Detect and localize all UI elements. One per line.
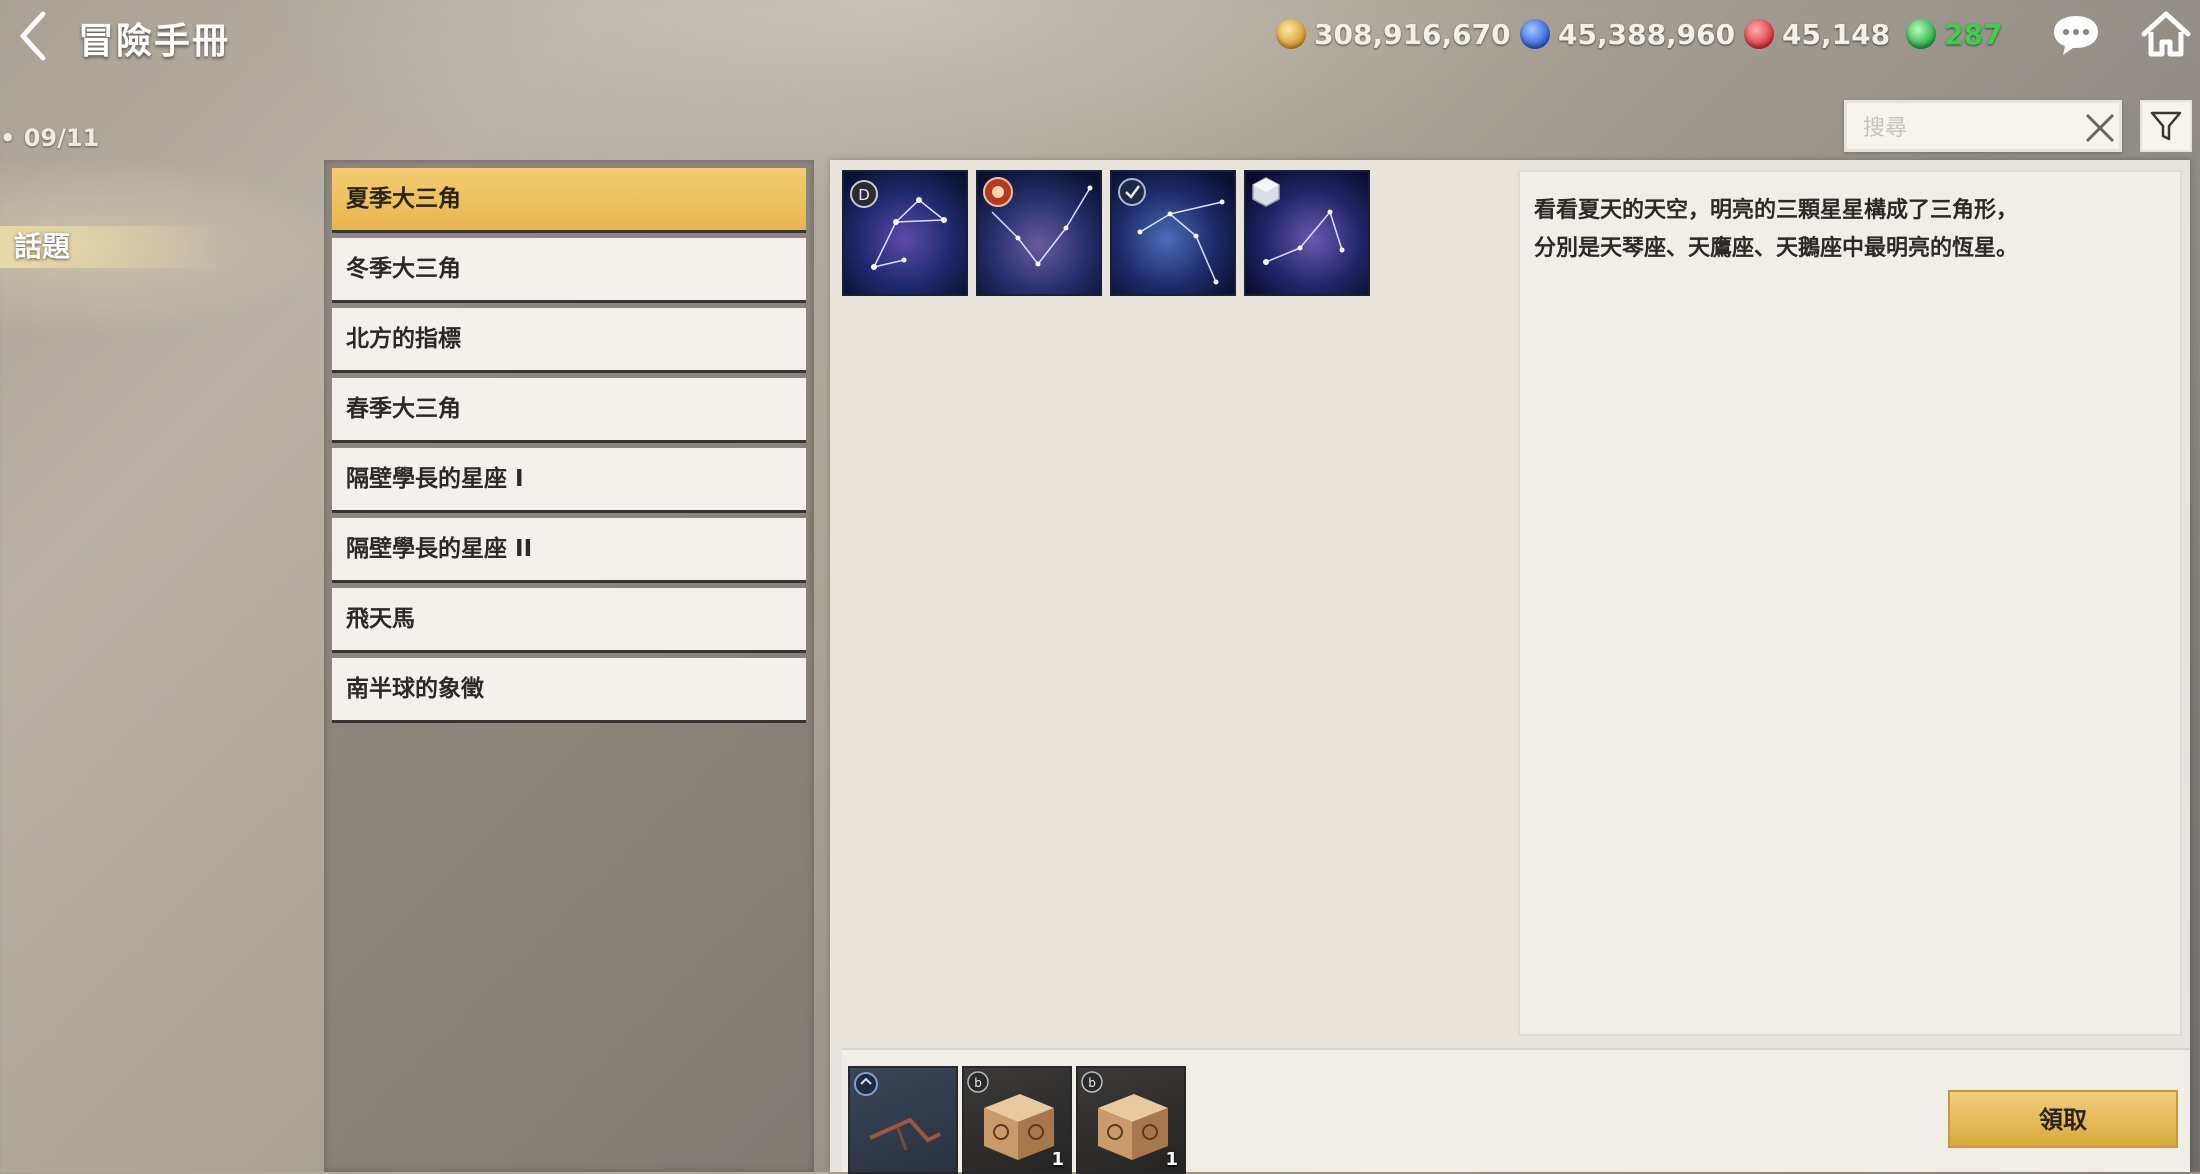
svg-text:b: b — [974, 1076, 982, 1090]
green-token-icon — [1906, 19, 1936, 49]
chat-bubble-icon — [2054, 16, 2098, 55]
constellation-1-image: D — [844, 172, 966, 294]
reward-count: 1 — [1051, 1149, 1064, 1170]
gold-coin-icon — [1276, 19, 1306, 49]
constellation-thumbnail[interactable] — [976, 170, 1102, 296]
reward-item[interactable] — [848, 1066, 958, 1174]
currency-red: 45,148 — [1744, 16, 1890, 52]
reward-item[interactable]: b 1 — [962, 1066, 1072, 1174]
list-item[interactable]: 冬季大三角 — [332, 238, 806, 300]
detail-panel: D 看看夏天的天空，明亮的三顆星星構成了三角形， 分別是天琴座、天鷹座、天鵝座中… — [830, 160, 2190, 1174]
reward-count: 1 — [1165, 1149, 1178, 1170]
filter-icon — [2150, 111, 2182, 141]
currency-green-value: 287 — [1944, 17, 2003, 51]
constellation-thumbnail[interactable]: D — [842, 170, 968, 296]
search-box — [1844, 100, 2122, 152]
svg-text:D: D — [858, 186, 870, 204]
list-item[interactable]: 夏季大三角 — [332, 168, 806, 230]
reward-bar: b 1 b 1 領取 — [842, 1048, 2190, 1174]
currency-gold: 308,916,670 — [1276, 16, 1511, 52]
reward-item[interactable]: b 1 — [1076, 1066, 1186, 1174]
constellation-thumbnail[interactable] — [1244, 170, 1370, 296]
search-input[interactable] — [1861, 111, 2065, 145]
list-item[interactable]: 隔壁學長的星座 I — [332, 448, 806, 510]
chat-button[interactable] — [2050, 10, 2102, 60]
arrow-item-icon — [854, 1072, 941, 1151]
list-item[interactable]: 隔壁學長的星座 II — [332, 518, 806, 580]
home-button[interactable] — [2140, 8, 2192, 60]
constellation-4-image — [1246, 172, 1368, 294]
close-icon[interactable] — [2083, 111, 2117, 145]
currency-green: 287 — [1906, 16, 2002, 52]
constellation-thumbnail[interactable] — [1110, 170, 1236, 296]
description-line-1: 看看夏天的天空，明亮的三顆星星構成了三角形， — [1534, 198, 2019, 223]
description-panel: 看看夏天的天空，明亮的三顆星星構成了三角形， 分別是天琴座、天鷹座、天鵝座中最明… — [1518, 170, 2182, 1036]
currency-gold-value: 308,916,670 — [1314, 17, 1511, 51]
constellation-2-image — [978, 172, 1100, 294]
svg-text:b: b — [1088, 1076, 1096, 1090]
home-icon — [2141, 11, 2191, 57]
left-sub-label: • 09/11 — [0, 124, 100, 152]
list-item[interactable]: 春季大三角 — [332, 378, 806, 440]
top-bar: 冒險手冊 308,916,670 45,388,960 45,148 287 — [0, 0, 2200, 80]
list-item[interactable]: 南半球的象徵 — [332, 658, 806, 720]
description-line-2: 分別是天琴座、天鷹座、天鵝座中最明亮的恆星。 — [1534, 236, 2019, 261]
blue-gem-icon — [1520, 19, 1550, 49]
currency-blue-value: 45,388,960 — [1558, 17, 1736, 51]
red-gem-icon — [1744, 19, 1774, 49]
left-category-tab[interactable]: 話題 — [0, 226, 220, 268]
back-button[interactable] — [10, 8, 54, 64]
entry-list-panel: 夏季大三角 冬季大三角 北方的指標 春季大三角 隔壁學長的星座 I 隔壁學長的星… — [324, 160, 814, 1172]
filter-button[interactable] — [2140, 100, 2192, 152]
list-item[interactable]: 飛天馬 — [332, 588, 806, 650]
claim-button[interactable]: 領取 — [1948, 1090, 2178, 1148]
chevron-left-icon — [20, 11, 46, 61]
constellation-3-image — [1112, 172, 1234, 294]
list-item[interactable]: 北方的指標 — [332, 308, 806, 370]
page-title: 冒險手冊 — [78, 21, 231, 62]
currency-blue: 45,388,960 — [1520, 16, 1735, 52]
currency-red-value: 45,148 — [1782, 17, 1891, 51]
